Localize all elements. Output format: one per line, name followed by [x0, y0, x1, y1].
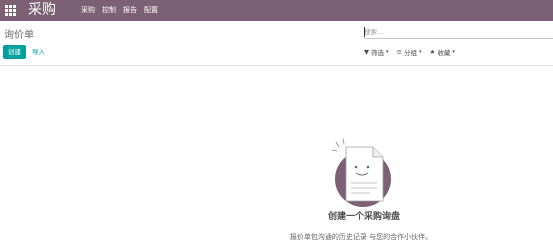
group-by-dropdown[interactable]: ≡ 分组 ▾: [397, 47, 422, 57]
create-button[interactable]: 创建: [3, 45, 26, 59]
search-bar: [364, 26, 553, 39]
caret-down-icon: ▾: [452, 49, 455, 55]
filters-label: 筛选: [371, 49, 384, 57]
menu-item-purchase[interactable]: 采购: [81, 0, 95, 21]
menu-item-control[interactable]: 控制: [102, 0, 116, 21]
filter-icon: ▼: [364, 48, 369, 56]
main-menu: 采购 控制 报告 配置: [81, 0, 165, 21]
empty-document-illustration: [331, 138, 391, 207]
control-panel-divider: [0, 65, 553, 66]
app-title: 采购: [28, 2, 56, 18]
page-title: 询价单: [4, 30, 34, 41]
star-icon: ★: [429, 48, 436, 56]
filters-dropdown[interactable]: ▼ 筛选 ▾: [364, 47, 389, 57]
favorites-label: 收藏: [437, 49, 451, 57]
text-cursor: [364, 27, 365, 37]
top-navbar: 采购 采购 控制 报告 配置: [0, 0, 553, 21]
search-input[interactable]: [364, 26, 550, 38]
list-icon: ≡: [396, 48, 402, 56]
search-options: ▼ 筛选 ▾ ≡ 分组 ▾ ★ 收藏 ▾: [364, 46, 463, 58]
group-by-label: 分组: [403, 49, 417, 57]
caret-down-icon: ▾: [386, 49, 389, 55]
import-button[interactable]: 导入: [32, 45, 45, 59]
app-grid-icon[interactable]: [5, 5, 16, 16]
menu-item-reporting[interactable]: 报告: [123, 0, 137, 21]
favorites-dropdown[interactable]: ★ 收藏 ▾: [429, 47, 454, 57]
caret-down-icon: ▾: [418, 49, 422, 55]
empty-state-subtitle: 报价单包沟通的历史记录 与您的合作小伙伴。: [289, 233, 433, 241]
empty-state-title: 创建一个采购询盘: [327, 212, 400, 222]
menu-item-configuration[interactable]: 配置: [144, 0, 158, 21]
